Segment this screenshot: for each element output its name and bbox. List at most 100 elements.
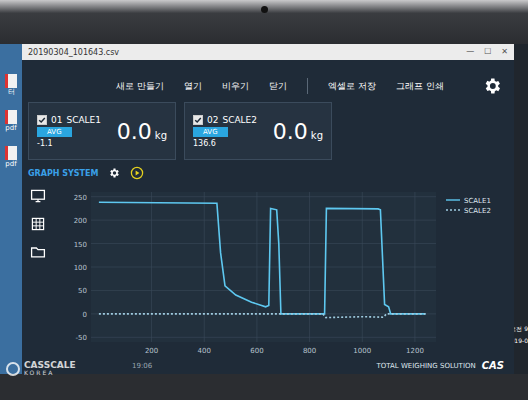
window-controls: — ☐ ✕ — [466, 48, 508, 56]
legend-label: SCALE1 — [464, 197, 491, 205]
scale-number: 01 — [51, 115, 62, 125]
graph-side-menu — [26, 182, 50, 357]
graph-time: 19:06 — [132, 362, 152, 370]
x-tick: 1000 — [353, 347, 371, 355]
watermark-logo-icon — [6, 362, 20, 376]
scale-info: 02 SCALE2 AVG 136.6 — [193, 115, 257, 148]
window-body: 새로 만들기 열기 비우기 닫기 엑셀로 저장 그래프 인쇄 01 SCALE1 AVG -1.1… — [22, 60, 514, 374]
watermark: CASSCALEKOREA — [6, 361, 76, 376]
file-icon — [5, 74, 17, 88]
grid-line — [151, 192, 152, 342]
x-tick: 800 — [303, 347, 316, 355]
file-icon — [5, 146, 17, 160]
series-line — [99, 314, 426, 318]
toolbar-button[interactable]: 닫기 — [269, 80, 287, 93]
file-icon — [5, 110, 17, 124]
desktop-icon-label: pdf — [5, 161, 16, 168]
footer: 19:06 TOTAL WEIGHING SOLUTION CAS — [22, 357, 514, 374]
x-tick: 400 — [198, 347, 211, 355]
desktop-icon-label: 터 — [8, 89, 15, 96]
legend-label: SCALE2 — [464, 207, 491, 215]
legend-swatch — [446, 209, 460, 210]
scale-info: 01 SCALE1 AVG -1.1 — [37, 115, 101, 148]
watermark-sub: KOREA — [24, 370, 76, 376]
scale-checkbox[interactable] — [193, 115, 203, 125]
desktop-icon[interactable]: 터 — [5, 74, 17, 96]
play-icon[interactable] — [130, 166, 144, 180]
weight-value: 0.0 — [117, 119, 152, 144]
grid-line — [91, 196, 436, 197]
series-line — [99, 202, 426, 314]
plot-area — [91, 192, 436, 342]
scale-header: 02 SCALE2 — [193, 115, 257, 125]
footer-tagline: TOTAL WEIGHING SOLUTION — [377, 362, 476, 370]
toolbar-button[interactable]: 비우기 — [222, 80, 249, 93]
laptop-screen: 터 pdf pdf 20190304_101643.csv — ☐ ✕ 새로 만들기 열기 비우기… — [0, 0, 528, 400]
folder-icon[interactable] — [30, 244, 46, 260]
window-control[interactable]: — — [466, 48, 474, 56]
taskbar-clock: 오전 9 — [514, 325, 528, 334]
watermark-brand: CASSCALE — [24, 361, 76, 370]
x-tick: 600 — [250, 347, 263, 355]
graph-header: GRAPH SYSTEM — [22, 164, 514, 182]
graph-area: 250200150100500-5020040060080010001200SC… — [22, 182, 514, 357]
grid-line — [91, 267, 436, 268]
title-bar: 20190304_101643.csv — ☐ ✕ — [22, 44, 514, 60]
window-title: 20190304_101643.csv — [28, 48, 119, 57]
grid-line — [91, 337, 436, 338]
settings-gear-icon[interactable] — [482, 76, 502, 96]
taskbar: 오전 9 2019-0 — [514, 44, 528, 374]
watermark-text: CASSCALEKOREA — [24, 361, 76, 376]
scale-number: 02 — [207, 115, 218, 125]
grid-line — [309, 192, 310, 342]
desktop-icon-label: pdf — [5, 125, 16, 132]
y-tick: 150 — [74, 241, 87, 249]
scale-name: SCALE2 — [222, 115, 257, 125]
screen: 터 pdf pdf 20190304_101643.csv — ☐ ✕ 새로 만들기 열기 비우기… — [0, 44, 528, 374]
check-icon — [38, 116, 46, 124]
y-tick: -50 — [76, 334, 87, 342]
bezel-bottom — [0, 374, 528, 400]
taskbar-clock: 2019-0 — [514, 337, 528, 344]
y-tick: 50 — [78, 287, 87, 295]
avg-badge: AVG — [193, 127, 228, 137]
table-grid-icon[interactable] — [30, 216, 46, 232]
monitor-icon[interactable] — [30, 188, 46, 204]
scale-header: 01 SCALE1 — [37, 115, 101, 125]
export-button[interactable]: 엑셀로 저장 — [328, 80, 376, 93]
grid-line — [91, 243, 436, 244]
x-tick: 200 — [145, 347, 158, 355]
legend-item: SCALE2 — [446, 207, 491, 215]
avg-value: -1.1 — [37, 139, 53, 148]
weight-chart: 250200150100500-5020040060080010001200SC… — [56, 182, 506, 357]
graph-settings-gear-icon[interactable] — [108, 167, 120, 179]
footer-brand: CAS — [482, 360, 504, 371]
desktop-icon[interactable]: pdf — [5, 110, 17, 132]
y-tick: 0 — [83, 311, 87, 319]
window-control[interactable]: ☐ — [484, 48, 491, 56]
weight-unit: kg — [155, 130, 167, 141]
avg-value: 136.6 — [193, 139, 216, 148]
y-tick: 250 — [74, 194, 87, 202]
scale-card: 01 SCALE1 AVG -1.1 0.0kg — [28, 102, 176, 160]
legend-swatch — [446, 199, 460, 200]
export-button[interactable]: 그래프 인쇄 — [396, 80, 444, 93]
scale-name: SCALE1 — [66, 115, 101, 125]
scale-reading: 0.0kg — [117, 119, 167, 144]
webcam-icon — [261, 6, 268, 13]
weight-unit: kg — [311, 130, 323, 141]
graph-title: GRAPH SYSTEM — [28, 169, 98, 178]
desktop-icon[interactable]: pdf — [5, 146, 17, 168]
scale-checkbox[interactable] — [37, 115, 47, 125]
x-tick: 1200 — [406, 347, 424, 355]
toolbar-button[interactable]: 열기 — [184, 80, 202, 93]
grid-line — [91, 220, 436, 221]
grid-line — [256, 192, 257, 342]
toolbar-button[interactable]: 새로 만들기 — [116, 80, 164, 93]
bezel — [0, 0, 528, 44]
legend-item: SCALE1 — [446, 197, 491, 205]
avg-badge: AVG — [37, 127, 72, 137]
window-control[interactable]: ✕ — [501, 48, 508, 56]
scale-cards: 01SCALE1AVG-1.10.0kg02SCALE2AVG136.60.0k… — [22, 102, 514, 160]
grid-line — [362, 192, 363, 342]
